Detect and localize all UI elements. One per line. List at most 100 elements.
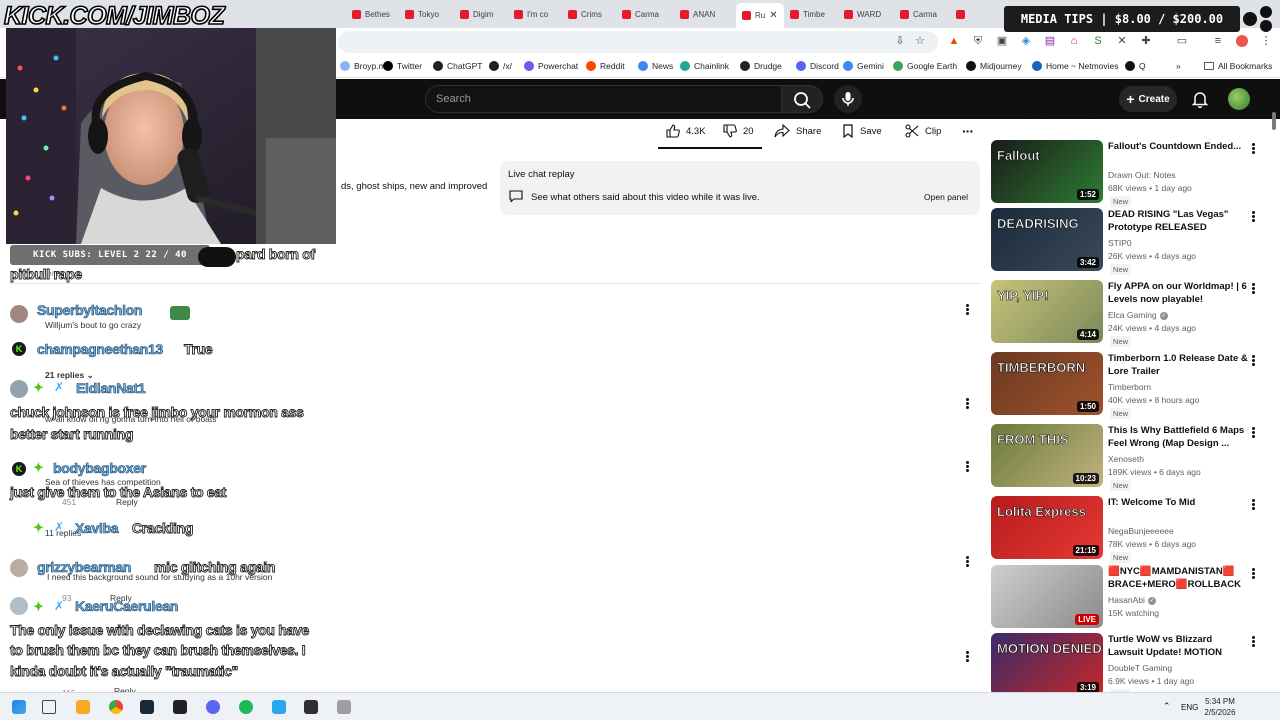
clock[interactable]: 5:34 PM 2/5/2026 [1200,696,1240,718]
video-channel[interactable]: Timberborn [1108,382,1151,392]
video-thumbnail[interactable]: Lolita Express 21:15 [991,496,1103,559]
save-button[interactable]: Save [842,121,882,141]
steam-icon[interactable] [140,700,154,714]
bookmark-item[interactable]: Powerchat [524,61,578,71]
comment-menu-icon[interactable] [965,303,969,317]
related-video[interactable]: TIMBERBORN 1:50 Timberborn 1.0 Release Dat… [991,352,1261,419]
bookmark-item[interactable]: News [638,61,673,71]
search-input[interactable]: Search [425,85,782,113]
bookmark-item[interactable]: Google Earth [893,61,957,71]
bookmarks-overflow-icon[interactable]: » [1176,61,1181,71]
video-thumbnail[interactable]: FROM THIS 10:23 [991,424,1103,487]
video-menu-icon[interactable] [1251,498,1255,512]
related-video[interactable]: MOTION DENIED! 3:19 Turtle WoW vs Blizzard… [991,633,1261,700]
browser-tab[interactable]: I'm co [514,5,548,23]
notifications-button[interactable] [1190,89,1210,109]
video-thumbnail[interactable]: TIMBERBORN 1:50 [991,352,1103,415]
all-bookmarks-button[interactable]: All Bookmarks [1204,61,1272,71]
language-indicator[interactable]: ENG [1181,703,1198,712]
video-channel[interactable]: Drawn Out: Notes [1108,170,1176,180]
video-thumbnail[interactable]: YIP, YIP! 4:14 [991,280,1103,343]
browser-tab[interactable]: ANAN [680,5,715,23]
video-channel[interactable]: HasanAbi ✓ [1108,595,1156,605]
video-channel[interactable]: DoubleT Gaming [1108,663,1172,673]
description-text[interactable]: ds, ghost ships, new and improved [341,181,487,192]
scrollbar-thumb[interactable] [1272,112,1276,130]
windows-start-icon[interactable] [12,700,26,714]
related-video[interactable]: DEADRISING 3:42 DEAD RISING "Las Vegas" Pr… [991,208,1261,275]
share-button[interactable]: Share [774,121,821,141]
bookmark-item[interactable]: Gemini [843,61,884,71]
obs-icon[interactable] [304,700,318,714]
video-title[interactable]: Turtle WoW vs Blizzard Lawsuit Update! M… [1108,633,1248,660]
video-channel[interactable]: NegaBunjeeeeee [1108,526,1174,536]
video-thumbnail[interactable]: LIVE [991,565,1103,628]
video-title[interactable]: This Is Why Battlefield 6 Maps Feel Wron… [1108,424,1248,450]
browser-tab[interactable]: Crims [568,5,602,23]
browser-tab[interactable]: Timbe [790,5,825,23]
bookmark-item[interactable]: Reddit [586,61,625,71]
avatar[interactable] [10,380,28,398]
browser-tab[interactable]: WARD [844,5,881,23]
install-icon[interactable]: ⇩ [894,35,906,47]
extension-s-icon[interactable]: S [1092,35,1104,47]
bookmark-star-icon[interactable]: ☆ [914,35,926,47]
video-menu-icon[interactable] [1251,142,1255,156]
discord-icon[interactable] [206,700,220,714]
video-menu-icon[interactable] [1251,282,1255,296]
downloads-icon[interactable]: ≡ [1212,35,1224,47]
video-title[interactable]: IT: Welcome To Mid [1108,496,1248,509]
bookmark-item[interactable]: Twitter [383,61,422,71]
bookmark-item[interactable]: /x/ [489,61,512,71]
extension-screen-icon[interactable]: ▣ [996,35,1008,47]
bookmark-item[interactable]: Drudge [740,61,782,71]
clip-button[interactable]: Clip [905,121,941,141]
tray-chevron-icon[interactable]: ⌃ [1163,701,1171,712]
video-menu-icon[interactable] [1251,635,1255,649]
extension-x-icon[interactable]: ✕ [1116,35,1128,47]
sidebar-chip-label[interactable]: Action-adventure games [1000,107,1098,117]
open-panel-button[interactable]: Open panel [924,192,968,202]
video-title[interactable]: DEAD RISING "Las Vegas" Prototype RELEAS… [1108,208,1248,234]
app-icon[interactable] [337,700,351,714]
spotify-icon[interactable] [239,700,253,714]
video-channel[interactable]: Xenoseth [1108,454,1144,464]
browser-tab[interactable] [956,5,965,23]
bookmark-item[interactable]: Chainlink [680,61,729,71]
extension-fox-icon[interactable]: ▲ [948,35,960,47]
bookmark-item[interactable]: ChatGPT [433,61,482,71]
comment-menu-icon[interactable] [965,650,969,664]
video-title[interactable]: Fly APPA on our Worldmap! | 6 Levels now… [1108,280,1248,306]
telegram-icon[interactable] [272,700,286,714]
video-thumbnail[interactable]: DEADRISING 3:42 [991,208,1103,271]
related-video[interactable]: YIP, YIP! 4:14 Fly APPA on our Worldmap! |… [991,280,1261,347]
video-menu-icon[interactable] [1251,567,1255,581]
comment-menu-icon[interactable] [965,555,969,569]
related-video[interactable]: LIVE 🟥NYC🟥MAMDANISTAN🟥 BRACE+MERO🟥ROLLBAC… [991,565,1261,629]
comment-menu-icon[interactable] [965,460,969,474]
browser-menu-icon[interactable]: ⋮ [1260,35,1272,47]
video-menu-icon[interactable] [1251,354,1255,368]
avatar[interactable] [10,305,28,323]
extension-house-icon[interactable]: ⌂ [1068,35,1080,47]
related-video[interactable]: Fallout 1:52 Fallout's Countdown Ended... D… [991,140,1261,207]
terminal-icon[interactable] [173,700,187,714]
extension-wave-icon[interactable]: ◈ [1020,35,1032,47]
browser-tab[interactable]: Bethes [352,5,390,23]
tab-close-icon[interactable]: ✕ [769,10,777,21]
video-channel[interactable]: STIP0 [1108,238,1132,248]
like-button[interactable]: 4.3K [666,121,706,141]
avatar[interactable] [10,597,28,615]
extensions-puzzle-icon[interactable]: ✚ [1140,35,1152,47]
avatar[interactable] [10,559,28,577]
extension-tv-icon[interactable]: ▤ [1044,35,1056,47]
browser-tab[interactable]: Digim [460,5,493,23]
video-title[interactable]: Fallout's Countdown Ended... [1108,140,1248,153]
browser-tab[interactable]: Ru ✕ [736,3,784,28]
video-menu-icon[interactable] [1251,210,1255,224]
bookmark-item[interactable]: Discord [796,61,839,71]
voice-search-button[interactable] [834,85,862,113]
video-thumbnail[interactable]: MOTION DENIED! 3:19 [991,633,1103,696]
dislike-button[interactable]: 20 [723,121,754,141]
omnibox[interactable] [338,31,938,53]
